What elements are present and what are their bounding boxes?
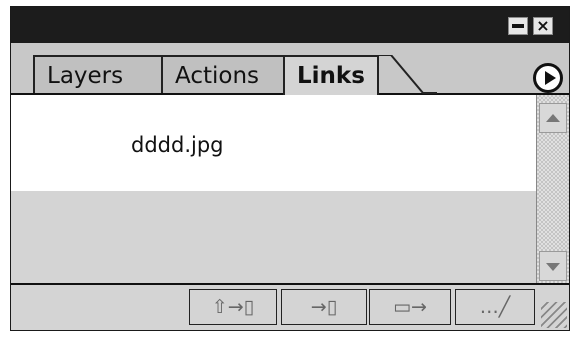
minimize-button[interactable] (508, 17, 528, 35)
links-list: dddd.jpg (11, 95, 536, 283)
relink-icon: ⇧→▯ (211, 296, 255, 318)
vertical-scrollbar[interactable] (536, 95, 569, 283)
tab-links-label: Links (297, 63, 365, 89)
scroll-up-icon[interactable] (539, 103, 567, 133)
tab-layers[interactable]: Layers (33, 55, 163, 93)
close-button[interactable]: × (533, 17, 553, 35)
list-item[interactable]: dddd.jpg (11, 95, 536, 191)
tab-actions[interactable]: Actions (161, 55, 291, 93)
tab-strip: Layers Actions Links (11, 43, 569, 95)
bottom-toolbar: ⇧→▯ →▯ ▭→ …╱ (11, 283, 569, 330)
palette-menu-icon[interactable] (533, 63, 563, 93)
update-link-icon: ▭→ (393, 296, 427, 318)
update-link-button[interactable]: ▭→ (369, 289, 451, 325)
palette-title-bar[interactable]: × (11, 7, 569, 43)
go-to-link-button[interactable]: →▯ (281, 289, 367, 325)
edit-original-button[interactable]: …╱ (455, 289, 535, 325)
link-filename: dddd.jpg (131, 133, 224, 157)
tab-links[interactable]: Links (283, 55, 379, 95)
tab-layers-label: Layers (47, 63, 124, 89)
tab-actions-label: Actions (175, 63, 260, 89)
tab-edge-decoration (377, 55, 437, 94)
relink-button[interactable]: ⇧→▯ (189, 289, 277, 325)
resize-grip-icon[interactable] (541, 302, 567, 328)
edit-original-icon: …╱ (479, 296, 511, 318)
go-to-link-icon: →▯ (310, 296, 338, 318)
scroll-down-icon[interactable] (539, 251, 567, 281)
links-palette: × Layers Actions Links dddd.jpg ⇧→▯ →▯ ▭… (10, 6, 570, 331)
